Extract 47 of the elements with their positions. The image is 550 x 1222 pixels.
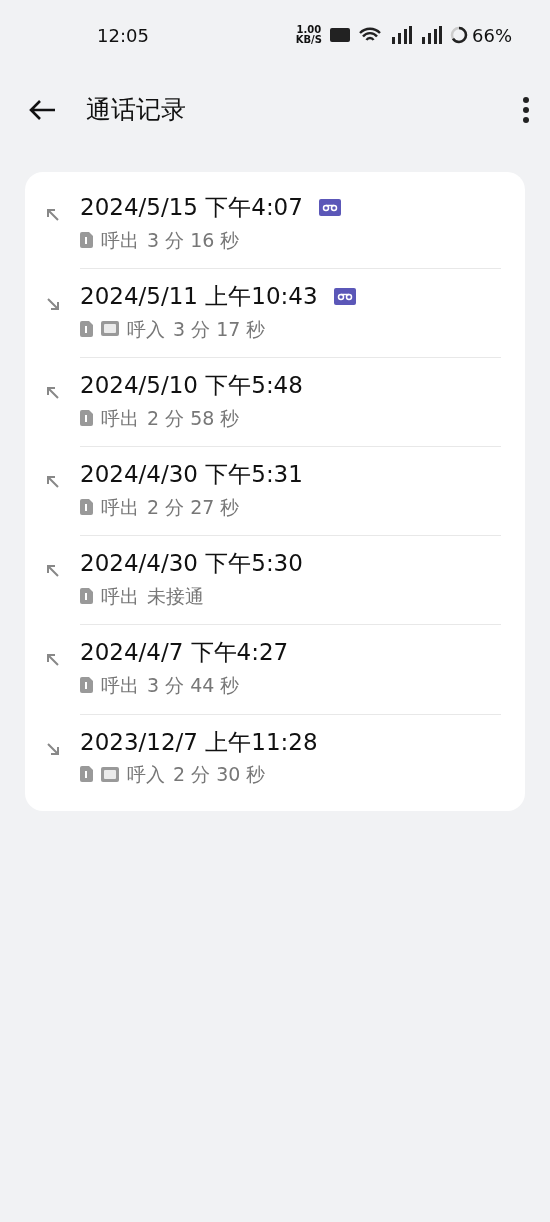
sim-card-icon — [80, 231, 93, 248]
hd-voice-icon — [330, 28, 350, 42]
call-duration: 2 分 27 秒 — [147, 494, 240, 520]
call-type: 呼入 — [127, 762, 165, 788]
call-datetime: 2024/4/7 下午4:27 — [80, 639, 289, 668]
signal-icon — [420, 26, 442, 44]
call-type: 呼出 — [101, 673, 139, 699]
page-title: 通话记录 — [86, 94, 186, 127]
sim-card-icon — [80, 677, 93, 694]
battery-percent: 66% — [472, 23, 512, 48]
call-type: 呼出 — [101, 583, 139, 609]
call-duration: 未接通 — [147, 583, 204, 609]
call-entry[interactable]: 2023/12/7 上午11:28 呼入 2 分 30 秒 — [25, 714, 525, 803]
sim-card-icon — [80, 320, 93, 337]
call-duration: 3 分 17 秒 — [173, 316, 266, 342]
status-time: 12:05 — [97, 23, 149, 48]
call-entry[interactable]: 2024/5/11 上午10:43 呼入 3 分 17 秒 — [25, 269, 525, 358]
call-duration: 3 分 44 秒 — [147, 673, 240, 699]
network-speed: 1.00 — [295, 25, 322, 35]
call-entry[interactable]: 2024/4/30 下午5:30 呼出 未接通 — [25, 536, 525, 625]
call-datetime: 2024/5/10 下午5:48 — [80, 372, 303, 400]
call-datetime: 2023/12/7 上午11:28 — [80, 728, 318, 757]
sim-card-icon — [80, 588, 93, 605]
more-options-icon[interactable] — [522, 97, 530, 123]
sim-card-icon — [80, 766, 93, 783]
call-datetime: 2024/4/30 下午5:31 — [80, 461, 303, 489]
call-entry[interactable]: 2024/5/15 下午4:07 呼出 3 分 16 秒 — [25, 180, 525, 269]
call-type: 呼出 — [101, 227, 139, 253]
call-duration: 2 分 58 秒 — [147, 405, 240, 431]
call-type: 呼入 — [127, 316, 165, 342]
speed-unit: KB/S — [295, 35, 322, 45]
call-entry[interactable]: 2024/4/30 下午5:31 呼出 2 分 27 秒 — [25, 447, 525, 536]
call-type: 呼出 — [101, 405, 139, 431]
call-type: 呼出 — [101, 494, 139, 520]
call-duration: 3 分 16 秒 — [147, 227, 240, 253]
wifi-icon — [358, 26, 382, 44]
call-datetime: 2024/5/11 上午10:43 — [80, 283, 318, 311]
call-datetime: 2024/4/30 下午5:30 — [80, 550, 303, 578]
back-icon[interactable] — [28, 99, 56, 121]
call-duration: 2 分 30 秒 — [173, 762, 266, 788]
sim-card-icon — [80, 499, 93, 516]
sim-card-icon — [80, 410, 93, 427]
call-entry[interactable]: 2024/4/7 下午4:27 呼出 3 分 44 秒 — [25, 625, 525, 714]
call-datetime: 2024/5/15 下午4:07 — [80, 194, 303, 222]
signal-icon — [390, 26, 412, 44]
battery-ring-icon — [450, 26, 468, 44]
call-entry[interactable]: 2024/5/10 下午5:48 呼出 2 分 58 秒 — [25, 358, 525, 447]
